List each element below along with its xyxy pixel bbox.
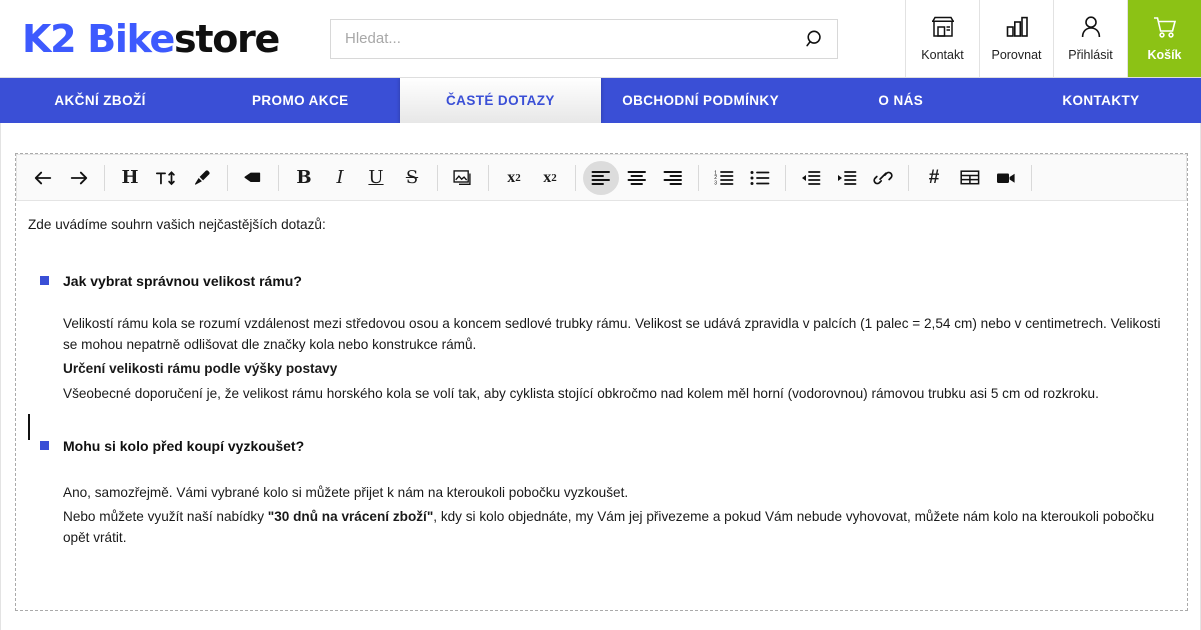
nav-label: PROMO AKCE	[252, 93, 349, 108]
faq-answer-body: Velikostí rámu kola se rozumí vzdálenost…	[63, 314, 1177, 404]
toolbar-separator	[488, 164, 489, 191]
nav-label: O NÁS	[878, 93, 924, 108]
user-icon	[1078, 15, 1104, 44]
toolbar-separator	[908, 164, 909, 191]
caret-line	[26, 408, 1177, 440]
faq-question-title: Mohu si kolo před koupí vyzkoušet?	[63, 437, 305, 454]
underline-icon[interactable]: U	[358, 161, 394, 195]
nav-item-obchodni-podminky[interactable]: OBCHODNÍ PODMÍNKY	[601, 78, 801, 123]
header-action-label: Košík	[1147, 48, 1182, 62]
toolbar-separator	[785, 164, 786, 191]
faq-text-before: Nebo můžete využít naší nabídky	[63, 509, 268, 525]
faq-question-title: Jak vybrat správnou velikost rámu?	[63, 273, 302, 290]
nav-item-promo-akce[interactable]: PROMO AKCE	[200, 78, 400, 123]
faq-paragraph: Ano, samozřejmě. Vámi vybrané kolo si mů…	[63, 484, 629, 500]
align-center-icon[interactable]	[619, 161, 655, 195]
strikethrough-icon[interactable]: S	[394, 161, 430, 195]
editor-content[interactable]: Zde uvádíme souhrn vašich nejčastějších …	[16, 201, 1187, 562]
nav-item-kontakty[interactable]: KONTAKTY	[1001, 78, 1201, 123]
bullet-square-icon	[40, 276, 49, 286]
logo-text: K2 Bikestore	[22, 16, 280, 61]
outdent-icon[interactable]	[793, 161, 829, 195]
nav-label: ČASTÉ DOTAZY	[446, 93, 555, 108]
search-box[interactable]	[330, 18, 838, 59]
site-header: K2 Bikestore Hledat... Kontakt Porovnat …	[0, 0, 1201, 78]
toolbar-separator	[1031, 164, 1032, 191]
shopping-cart-icon	[1152, 15, 1178, 44]
toolbar-separator	[437, 164, 438, 191]
faq-subtitle: Určení velikosti rámu podle výšky postav…	[63, 361, 338, 377]
insert-video-icon[interactable]	[988, 161, 1024, 195]
header-action-kontakt[interactable]: Kontakt	[905, 0, 979, 77]
text-color-brush-icon[interactable]	[184, 161, 220, 195]
italic-icon[interactable]: I	[322, 161, 358, 195]
font-size-icon[interactable]	[148, 161, 184, 195]
search-input[interactable]	[331, 19, 837, 58]
wysiwyg-editor[interactable]: H B I U S x2 x2 1 2 3 # Zde uvádíme souh…	[15, 153, 1188, 611]
svg-text:3: 3	[714, 180, 717, 185]
align-right-icon[interactable]	[655, 161, 691, 195]
store-icon	[930, 15, 956, 44]
bold-icon[interactable]: B	[286, 161, 322, 195]
ordered-list-icon[interactable]: 123	[706, 161, 742, 195]
nav-item-o-nas[interactable]: O NÁS	[801, 78, 1001, 123]
toolbar-separator	[227, 164, 228, 191]
faq-text-bold: "30 dnů na vrácení zboží"	[267, 509, 434, 525]
header-action-label: Kontakt	[921, 48, 964, 62]
insert-table-icon[interactable]	[952, 161, 988, 195]
bullet-square-icon	[40, 440, 49, 450]
page-body: Časté dotazy H B I	[0, 123, 1201, 630]
redo-icon[interactable]	[61, 161, 97, 195]
header-action-kosik[interactable]: Košík	[1127, 0, 1201, 77]
clear-formatting-eraser-icon[interactable]	[235, 161, 271, 195]
undo-icon[interactable]	[25, 161, 61, 195]
subscript-icon[interactable]: x2	[532, 161, 568, 195]
faq-answer-body: Ano, samozřejmě. Vámi vybrané kolo si mů…	[63, 483, 1177, 548]
editor-toolbar: H B I U S x2 x2 1 2 3 #	[16, 154, 1187, 201]
faq-question-header: Jak vybrat správnou velikost rámu?	[40, 271, 1177, 292]
align-left-icon[interactable]	[583, 160, 619, 195]
superscript-icon[interactable]: x2	[496, 161, 532, 195]
header-action-porovnat[interactable]: Porovnat	[979, 0, 1053, 77]
nav-label: OBCHODNÍ PODMÍNKY	[622, 93, 779, 108]
unordered-list-icon[interactable]	[742, 161, 778, 195]
toolbar-separator	[698, 164, 699, 191]
insert-image-icon[interactable]	[445, 161, 481, 195]
header-action-label: Porovnat	[991, 48, 1042, 62]
main-navigation: AKČNÍ ZBOŽÍ PROMO AKCE ČASTÉ DOTAZY OBCH…	[0, 78, 1201, 123]
text-caret	[28, 413, 30, 440]
faq-paragraph: Velikostí rámu kola se rozumí vzdálenost…	[63, 316, 1161, 352]
faq-paragraph-2: Nebo můžete využít naší nabídky "30 dnů …	[63, 507, 1177, 548]
nav-item-caste-dotazy[interactable]: ČASTÉ DOTAZY	[400, 78, 601, 123]
logo-primary: K2 Bike	[22, 16, 175, 61]
faq-item-2: Mohu si kolo před koupí vyzkoušet? Ano, …	[26, 436, 1177, 548]
insert-link-icon[interactable]	[865, 161, 901, 195]
search-area	[330, 0, 905, 77]
header-actions: Kontakt Porovnat Přihlásit Košík	[905, 0, 1201, 77]
faq-item-1: Jak vybrat správnou velikost rámu? Velik…	[26, 271, 1177, 404]
bar-chart-icon	[1004, 15, 1030, 44]
anchor-hash-icon[interactable]: #	[916, 161, 952, 195]
toolbar-separator	[104, 164, 105, 191]
nav-label: AKČNÍ ZBOŽÍ	[54, 93, 146, 108]
heading-icon[interactable]: H	[112, 161, 148, 195]
toolbar-separator	[278, 164, 279, 191]
header-action-prihlasit[interactable]: Přihlásit	[1053, 0, 1127, 77]
nav-label: KONTAKTY	[1062, 93, 1140, 108]
logo-secondary: store	[174, 16, 280, 61]
intro-paragraph: Zde uvádíme souhrn vašich nejčastějších …	[28, 217, 326, 232]
header-action-label: Přihlásit	[1068, 48, 1113, 62]
nav-item-akcni-zbozi[interactable]: AKČNÍ ZBOŽÍ	[0, 78, 200, 123]
toolbar-separator	[575, 164, 576, 191]
faq-question-header: Mohu si kolo před koupí vyzkoušet?	[40, 436, 1177, 457]
site-logo[interactable]: K2 Bikestore	[0, 0, 330, 77]
search-icon[interactable]	[803, 27, 827, 51]
faq-subparagraph: Všeobecné doporučení je, že velikost rám…	[63, 385, 1099, 401]
indent-icon[interactable]	[829, 161, 865, 195]
